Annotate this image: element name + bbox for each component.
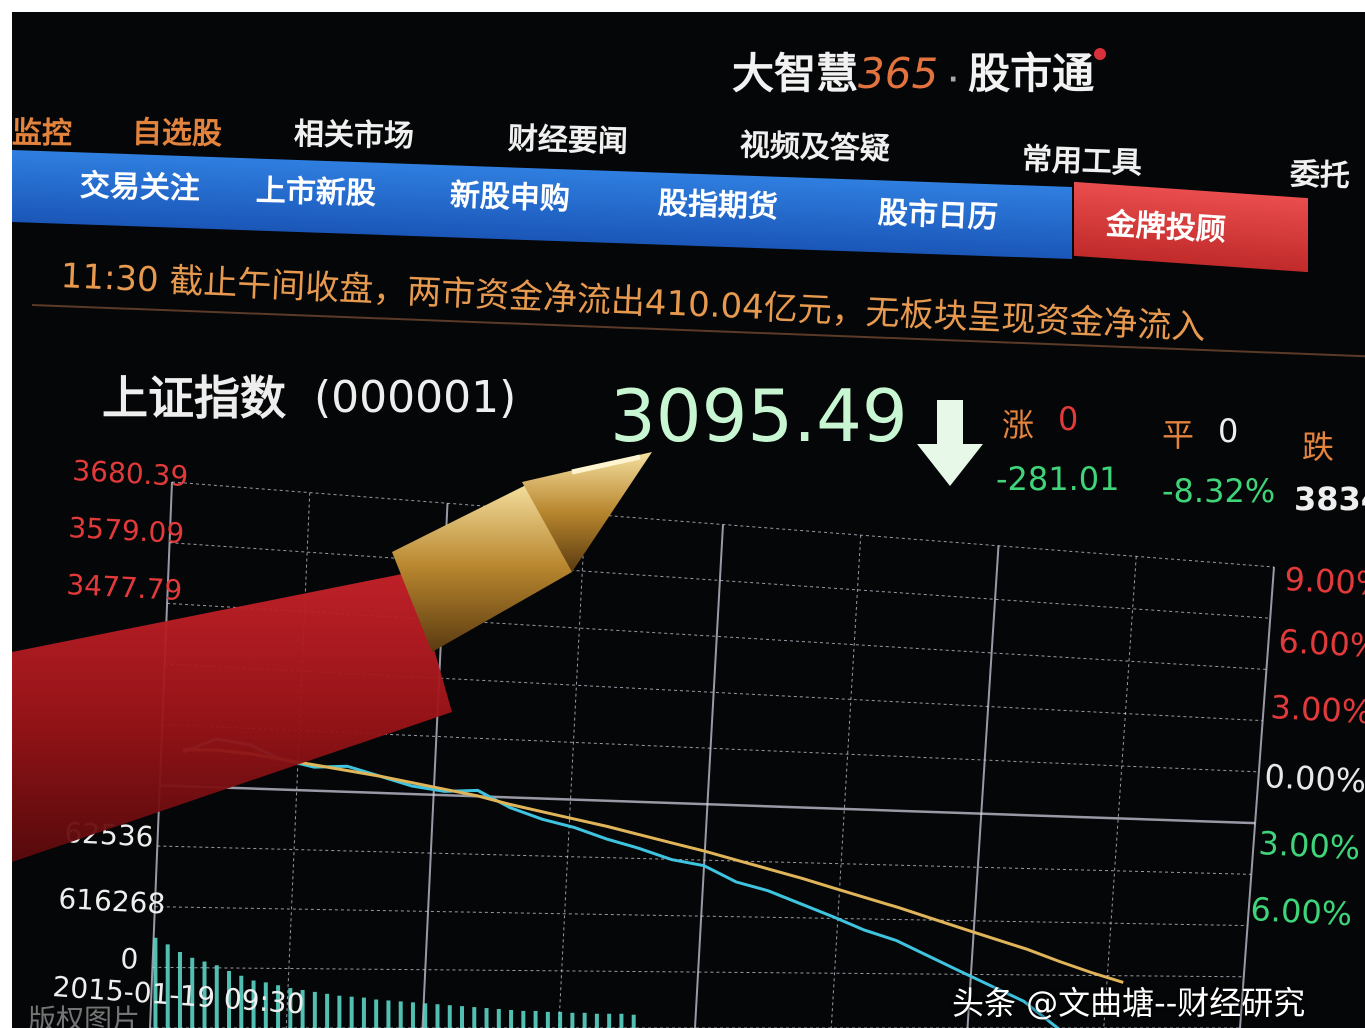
percent-axis-tick-label: 6.00% bbox=[1278, 622, 1365, 665]
grid-line-vertical bbox=[966, 545, 1000, 1028]
percent-axis-tick-label: 0.00% bbox=[1264, 757, 1365, 800]
grid-line-vertical bbox=[830, 535, 862, 1028]
percent-axis-tick-label: 3.00% bbox=[1258, 824, 1362, 867]
percent-axis-tick-label: 3.00% bbox=[1270, 688, 1365, 731]
percent-axis-tick-label: 6.00% bbox=[1250, 890, 1354, 933]
copyright-watermark: 版权图片 bbox=[28, 1003, 141, 1028]
grid-line-vertical bbox=[1103, 556, 1137, 1028]
intraday-chart: 3680.39 3579.09 3477.79 9.00% 6.00% 3.00% 0.00… bbox=[12, 12, 1365, 1028]
stock-terminal-screen: 大智慧365 · 股市通 监控 自选股 相关市场 财经要闻 视频及答疑 常用工具 委… bbox=[12, 12, 1365, 1028]
y-axis-tick-label: 3477.79 bbox=[66, 568, 183, 607]
grid-line-vertical bbox=[558, 513, 586, 1028]
volume-axis-tick-label: 616268 bbox=[58, 882, 166, 921]
percent-axis-tick-label: 9.00% bbox=[1284, 560, 1365, 603]
source-credit: 头条 @文曲塘--财经研究 bbox=[952, 984, 1306, 1022]
volume-axis-tick-label: 0 bbox=[120, 942, 140, 976]
grid-line-vertical bbox=[1239, 566, 1275, 1028]
y-axis-tick-label: 3680.39 bbox=[72, 454, 189, 493]
grid-line-vertical bbox=[694, 524, 724, 1028]
y-axis-tick-label: 3579.09 bbox=[68, 511, 185, 550]
intraday-chart-svg: 3680.39 3579.09 3477.79 9.00% 6.00% 3.00% 0.00… bbox=[12, 452, 1365, 1028]
